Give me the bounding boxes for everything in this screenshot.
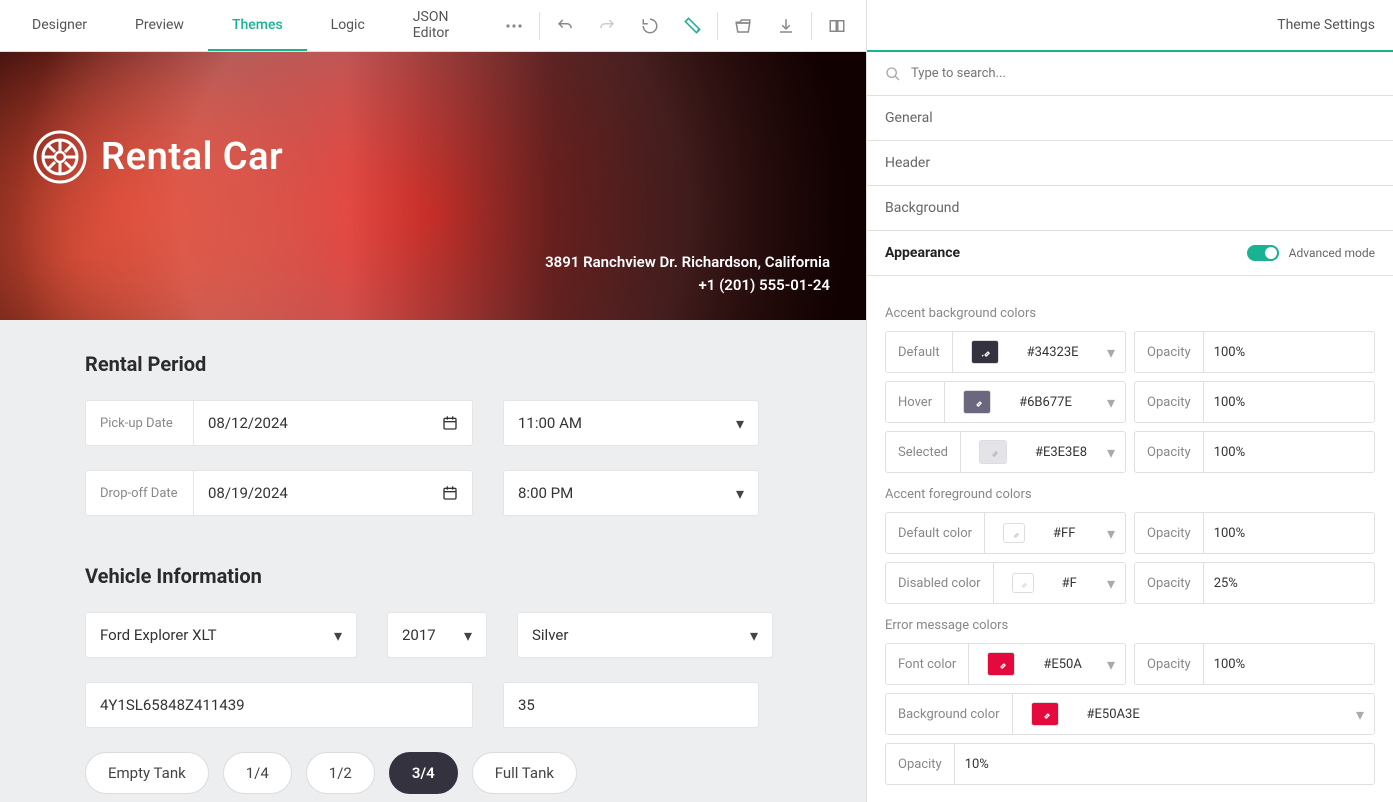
error-bg-opacity[interactable]: Opacity 10% [885,743,1375,785]
advanced-mode-label: Advanced mode [1289,246,1375,260]
chevron-down-icon: ▾ [1346,705,1374,724]
calendar-icon[interactable] [428,485,472,501]
chevron-down-icon: ▾ [722,484,758,503]
more-icon[interactable] [493,4,535,48]
fuel-pill-half[interactable]: 1/2 [306,752,375,794]
brand-title: Rental Car [101,135,283,179]
vehicle-year-select[interactable]: 2017 ▾ [387,612,487,658]
theme-paint-icon[interactable] [671,4,713,48]
wheel-logo-icon [33,130,87,184]
accent-fg-default-opacity[interactable]: Opacity 100% [1134,512,1375,554]
accent-fg-disabled-opacity[interactable]: Opacity 25% [1134,562,1375,604]
section-appearance[interactable]: Appearance Advanced mode [867,231,1393,276]
error-font-opacity[interactable]: Opacity 100% [1134,643,1375,685]
undo-icon[interactable] [544,4,586,48]
chevron-down-icon: ▾ [1097,393,1125,412]
vehicle-model-select[interactable]: Ford Explorer XLT ▾ [85,612,357,658]
chevron-down-icon: ▾ [1097,343,1125,362]
accent-bg-hover-color[interactable]: Hover #6B677E ▾ [885,381,1126,423]
section-rental-period-title: Rental Period [85,352,781,376]
accent-bg-selected-opacity[interactable]: Opacity 100% [1134,431,1375,473]
search-icon [885,66,901,82]
survey-header-hero: Rental Car 3891 Ranchview Dr. Richardson… [0,52,866,320]
group-accent-bg-title: Accent background colors [885,306,1375,321]
download-icon[interactable] [764,4,806,48]
open-icon[interactable] [722,4,764,48]
dropoff-date-label: Drop-off Date [86,471,194,515]
pickup-time-select[interactable]: 11:00 AM ▾ [503,400,759,446]
sidebar-title: Theme Settings [867,0,1393,52]
chevron-down-icon: ▾ [1097,655,1125,674]
redo-icon[interactable] [586,4,628,48]
tab-preview[interactable]: Preview [111,0,208,51]
address-text: 3891 Ranchview Dr. Richardson, Californi… [545,251,830,274]
top-toolbar: Designer Preview Themes Logic JSON Edito… [0,0,866,52]
accent-bg-selected-color[interactable]: Selected #E3E3E8 ▾ [885,431,1126,473]
dropoff-time-select[interactable]: 8:00 PM ▾ [503,470,759,516]
error-font-color[interactable]: Font color #E50A ▾ [885,643,1126,685]
accent-bg-default-opacity[interactable]: Opacity 100% [1134,331,1375,373]
search-input[interactable] [911,66,1375,81]
tab-json-editor[interactable]: JSON Editor [389,0,493,51]
tab-designer[interactable]: Designer [8,0,111,51]
calendar-icon[interactable] [428,415,472,431]
chevron-down-icon: ▾ [1097,443,1125,462]
section-header[interactable]: Header [867,141,1393,186]
phone-text: +1 (201) 555-01-24 [545,274,830,297]
main-tabs: Designer Preview Themes Logic JSON Edito… [8,0,493,51]
chevron-down-icon: ▾ [736,626,772,645]
fuel-level-pills: Empty Tank 1/4 1/2 3/4 Full Tank [85,752,781,794]
fuel-pill-full[interactable]: Full Tank [472,752,577,794]
fuel-pill-three-quarter[interactable]: 3/4 [389,752,458,794]
accent-bg-hover-opacity[interactable]: Opacity 100% [1134,381,1375,423]
vin-input[interactable]: 4Y1SL65848Z411439 [85,682,473,728]
chevron-down-icon: ▾ [450,626,486,645]
tab-logic[interactable]: Logic [307,0,389,51]
pickup-date-field[interactable]: Pick-up Date 08/12/2024 [85,400,473,446]
group-accent-fg-title: Accent foreground colors [885,487,1375,502]
group-error-title: Error message colors [885,618,1375,633]
pickup-date-label: Pick-up Date [86,401,194,445]
section-vehicle-title: Vehicle Information [85,564,781,588]
section-general[interactable]: General [867,96,1393,141]
advanced-mode-toggle[interactable] [1247,245,1279,261]
section-background[interactable]: Background [867,186,1393,231]
book-icon[interactable] [816,4,858,48]
chevron-down-icon: ▾ [722,414,758,433]
chevron-down-icon: ▾ [320,626,356,645]
accent-bg-default-color[interactable]: Default #34323E ▾ [885,331,1126,373]
error-bg-color[interactable]: Background color #E50A3E ▾ [885,693,1375,735]
mileage-input[interactable]: 35 [503,682,759,728]
tab-themes[interactable]: Themes [208,0,307,51]
accent-fg-default-color[interactable]: Default color #FF ▾ [885,512,1126,554]
dropoff-date-field[interactable]: Drop-off Date 08/19/2024 [85,470,473,516]
sidebar-search[interactable] [867,52,1393,96]
vehicle-color-select[interactable]: Silver ▾ [517,612,773,658]
fuel-pill-empty[interactable]: Empty Tank [85,752,209,794]
reset-icon[interactable] [629,4,671,48]
fuel-pill-quarter[interactable]: 1/4 [223,752,292,794]
accent-fg-disabled-color[interactable]: Disabled color #F ▾ [885,562,1126,604]
chevron-down-icon: ▾ [1097,524,1125,543]
contact-block: 3891 Ranchview Dr. Richardson, Californi… [545,251,830,296]
chevron-down-icon: ▾ [1097,574,1125,593]
